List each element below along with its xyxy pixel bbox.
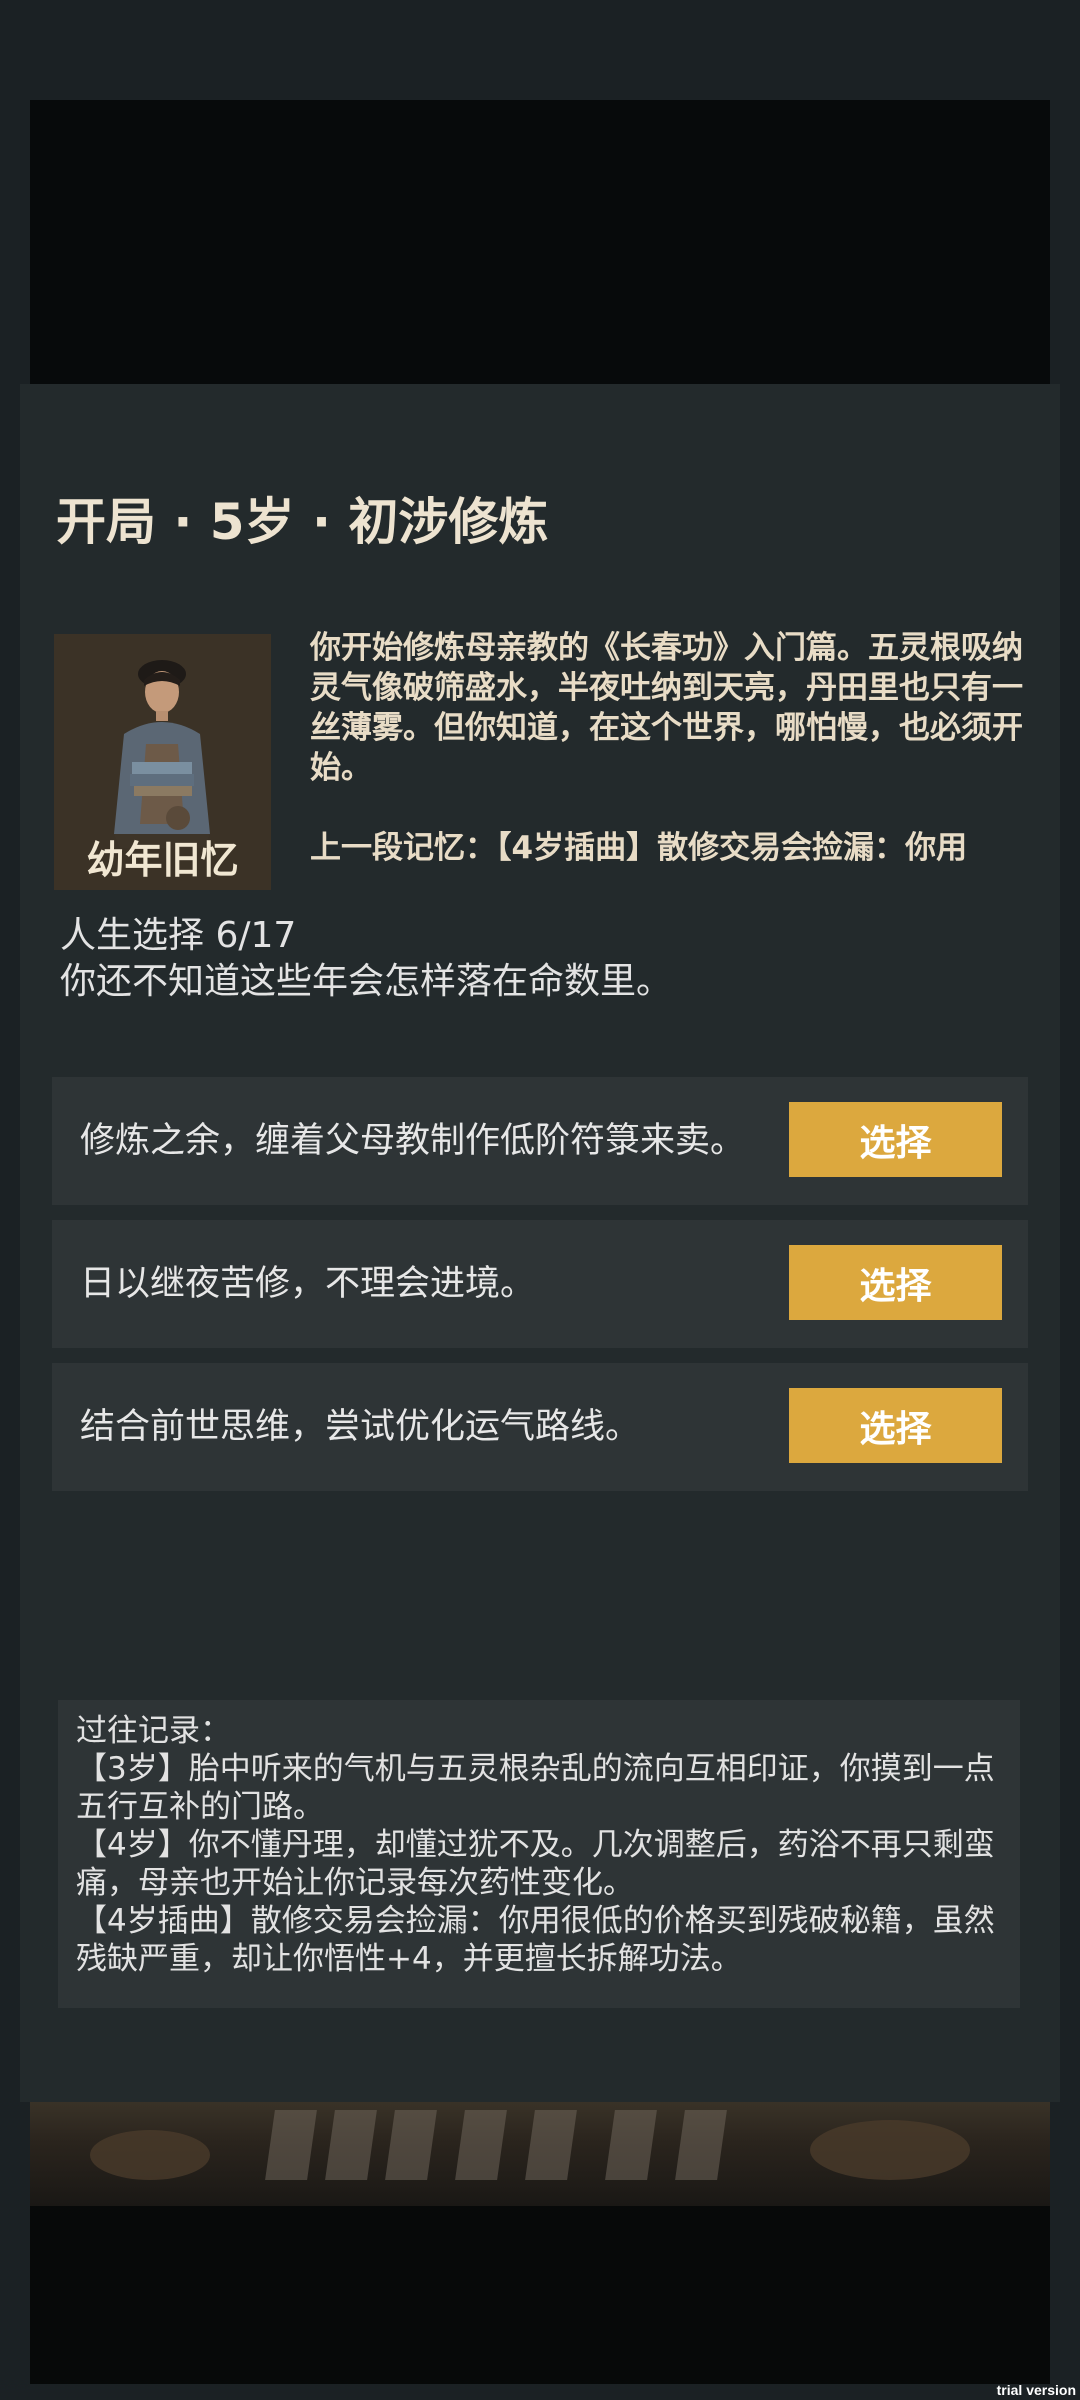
choice-text: 日以继夜苦修，不理会进境。 xyxy=(80,1264,536,1304)
paper-slip xyxy=(265,2110,317,2180)
choose-button[interactable]: 选择 xyxy=(789,1245,1002,1320)
history-log-box[interactable]: 过往记录： 【3岁】胎中听来的气机与五灵根杂乱的流向互相印证，你摸到一点五行互补… xyxy=(58,1700,1020,2008)
choice-text: 修炼之余，缠着父母教制作低阶符箓来卖。 xyxy=(80,1121,746,1161)
previous-memory-text: 上一段记忆：【4岁插曲】散修交易会捡漏：你用 xyxy=(310,830,968,866)
paper-slip xyxy=(455,2110,507,2180)
top-black-band xyxy=(30,100,1050,384)
rock xyxy=(810,2120,970,2180)
choice-text: 结合前世思维，尝试优化运气路线。 xyxy=(80,1407,641,1447)
portrait-caption: 幼年旧忆 xyxy=(86,838,239,882)
paper-slip xyxy=(325,2110,377,2180)
paper-slip xyxy=(605,2110,657,2180)
event-portrait: 幼年旧忆 xyxy=(54,634,271,890)
rock xyxy=(90,2130,210,2180)
choice-row: 日以继夜苦修，不理会进境。 选择 xyxy=(52,1220,1028,1348)
event-story-text: 你开始修炼母亲教的《长春功》入门篇。五灵根吸纳灵气像破筛盛水，半夜吐纳到天亮，丹… xyxy=(310,630,1023,786)
background-ground-artwork xyxy=(30,2100,1050,2206)
bottom-black-band xyxy=(30,2206,1050,2384)
paper-slip xyxy=(675,2110,727,2180)
log-heading: 过往记录： xyxy=(76,1713,231,1749)
history-log: 过往记录： 【3岁】胎中听来的气机与五灵根杂乱的流向互相印证，你摸到一点五行互补… xyxy=(76,1712,1006,1978)
trial-watermark: trial version xyxy=(996,2382,1076,2398)
choice-hint: 你还不知道这些年会怎样落在命数里。 xyxy=(60,961,673,1002)
log-entry: 【4岁插曲】散修交易会捡漏：你用很低的价格买到残破秘籍，虽然残缺严重，却让你悟性… xyxy=(76,1903,995,1977)
log-entry: 【3岁】胎中听来的气机与五灵根杂乱的流向互相印证，你摸到一点五行互补的门路。 xyxy=(76,1751,995,1825)
paper-slip xyxy=(525,2110,577,2180)
choice-row: 修炼之余，缠着父母教制作低阶符箓来卖。 选择 xyxy=(52,1077,1028,1205)
choose-button[interactable]: 选择 xyxy=(789,1102,1002,1177)
log-entry: 【4岁】你不懂丹理，却懂过犹不及。几次调整后，药浴不再只剩蛮痛，母亲也开始让你记… xyxy=(76,1827,995,1901)
choose-button[interactable]: 选择 xyxy=(789,1388,1002,1463)
choice-row: 结合前世思维，尝试优化运气路线。 选择 xyxy=(52,1363,1028,1491)
choice-counter: 人生选择 6/17 xyxy=(60,915,297,956)
paper-slip xyxy=(385,2110,437,2180)
page-title: 开局 · 5岁 · 初涉修炼 xyxy=(56,493,549,551)
